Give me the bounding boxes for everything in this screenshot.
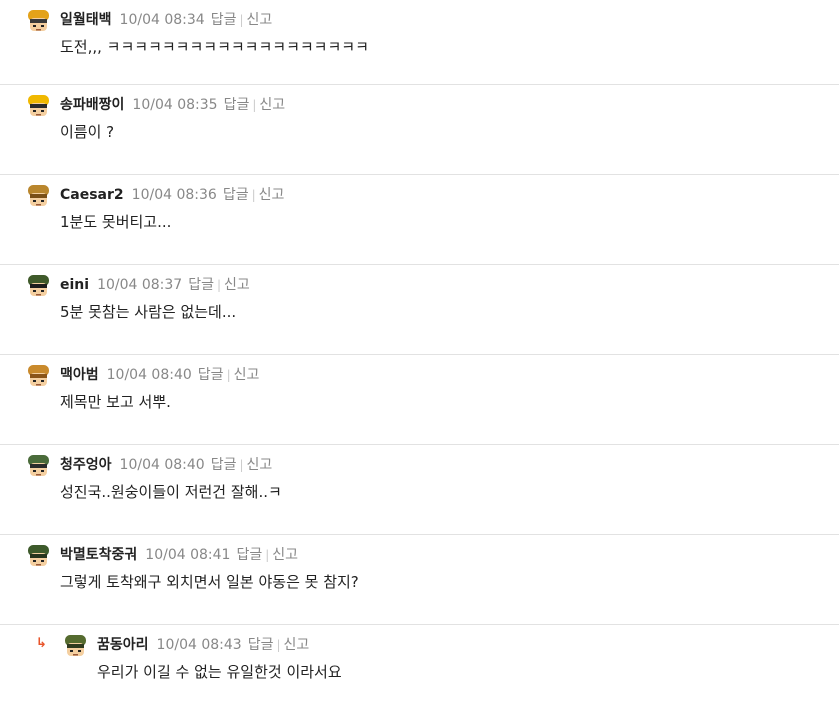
comment-text: 성진국..원숭이들이 저런건 잘해..ㅋ [60, 483, 282, 501]
reply-comment: ↳ 꿈동아리 10/04 08:43 답글 | 신고우리가 이길 수 없는 유일한것 이라… [0, 625, 839, 705]
report-button[interactable]: 신고 [247, 457, 273, 473]
report-button[interactable]: 신고 [259, 97, 285, 113]
reply-button[interactable]: 답글 [188, 277, 214, 293]
timestamp: 10/04 08:37 [97, 277, 183, 293]
divider: | [252, 98, 257, 112]
nickname[interactable]: 청주엉아 [60, 457, 112, 473]
divider: | [216, 278, 222, 292]
timestamp: 10/04 08:35 [132, 97, 218, 113]
divider: | [276, 638, 281, 652]
divider: | [239, 458, 244, 472]
report-button[interactable]: 신고 [259, 187, 285, 203]
avatar[interactable] [25, 8, 52, 35]
comment-meta: 꿈동아리 10/04 08:43 답글 | 신고 [97, 635, 309, 655]
avatar[interactable] [25, 453, 52, 480]
timestamp: 10/04 08:36 [131, 187, 217, 203]
reply-button[interactable]: 답글 [211, 457, 237, 473]
report-button[interactable]: 신고 [247, 12, 273, 28]
comment-meta: eini 10/04 08:37 답글 | 신고 [60, 275, 250, 295]
comment-item: Caesar2 10/04 08:36 답글 | 신고 1분도 못버티고... [0, 175, 839, 265]
nickname[interactable]: Caesar2 [60, 187, 124, 203]
reply-button[interactable]: 답글 [236, 547, 262, 563]
comment-meta: 청주엉아 10/04 08:40 답글 | 신고 [60, 455, 272, 475]
comment-item: 일월태백 10/04 08:34 답글 | 신고도전,,, ㅋㅋㅋㅋㅋㅋㅋㅋㅋㅋㅋㅋㅋㅋ… [0, 0, 839, 85]
comment-meta: 송파배짱이 10/04 08:35 답글 | 신고 [60, 95, 285, 115]
timestamp: 10/04 08:40 [119, 457, 205, 473]
nickname[interactable]: eini [60, 277, 89, 293]
comment-item: 맥아범 10/04 08:40 답글 | 신고제목만 보고 서뿌. [0, 355, 839, 445]
timestamp: 10/04 08:41 [145, 547, 231, 563]
avatar[interactable] [62, 633, 89, 660]
reply-arrow-icon: ↳ [36, 636, 47, 651]
comment-text: 우리가 이길 수 없는 유일한것 이라서요 [97, 663, 342, 681]
timestamp: 10/04 08:40 [106, 367, 192, 383]
reply-button[interactable]: 답글 [223, 187, 249, 203]
nickname[interactable]: 꿈동아리 [97, 637, 149, 653]
comment-text: 도전,,, ㅋㅋㅋㅋㅋㅋㅋㅋㅋㅋㅋㅋㅋㅋㅋㅋㅋㅋㅋ [60, 38, 369, 56]
comment-meta: 박멸토착중궈 10/04 08:41 답글 | 신고 [60, 545, 298, 565]
comment-text: 그렇게 토착왜구 외치면서 일본 야동은 못 참지? [60, 573, 359, 591]
report-button[interactable]: 신고 [272, 547, 298, 563]
divider: | [226, 368, 231, 382]
nickname[interactable]: 일월태백 [60, 12, 112, 28]
report-button[interactable]: 신고 [234, 367, 260, 383]
comment-item: 송파배짱이 10/04 08:35 답글 | 신고이름이 ? [0, 85, 839, 175]
comment-meta: 맥아범 10/04 08:40 답글 | 신고 [60, 365, 259, 385]
reply-button[interactable]: 답글 [224, 97, 250, 113]
reply-button[interactable]: 답글 [248, 637, 274, 653]
comment-item: 청주엉아 10/04 08:40 답글 | 신고성진국..원숭이들이 저런건 잘해..ㅋ [0, 445, 839, 535]
comment-text: 1분도 못버티고... [60, 213, 172, 231]
comment-text: 5분 못참는 사람은 없는데... [60, 303, 237, 321]
timestamp: 10/04 08:43 [156, 637, 242, 653]
divider: | [265, 548, 270, 562]
divider: | [251, 188, 256, 202]
nickname[interactable]: 박멸토착중궈 [60, 547, 137, 563]
avatar[interactable] [25, 93, 52, 120]
report-button[interactable]: 신고 [284, 637, 310, 653]
comment-item: eini 10/04 08:37 답글 | 신고 5분 못참는 사람은 없는데... [0, 265, 839, 355]
comment-text: 제목만 보고 서뿌. [60, 393, 171, 411]
comment-meta: 일월태백 10/04 08:34 답글 | 신고 [60, 10, 272, 30]
comment-item: 박멸토착중궈 10/04 08:41 답글 | 신고그렇게 토착왜구 외치면서 일본 야… [0, 535, 839, 625]
comment-meta: Caesar2 10/04 08:36 답글 | 신고 [60, 185, 284, 205]
reply-button[interactable]: 답글 [211, 12, 237, 28]
comment-text: 이름이 ? [60, 123, 115, 141]
avatar[interactable] [25, 543, 52, 570]
avatar[interactable] [25, 273, 52, 300]
reply-button[interactable]: 답글 [198, 367, 224, 383]
comment-list: 일월태백 10/04 08:34 답글 | 신고 도전,,, ㅋㅋㅋㅋㅋㅋㅋㅋㅋㅋㅋㅋㅋㅋ… [0, 0, 839, 705]
divider: | [239, 13, 244, 27]
timestamp: 10/04 08:34 [119, 12, 205, 28]
nickname[interactable]: 송파배짱이 [60, 97, 124, 113]
avatar[interactable] [25, 183, 52, 210]
report-button[interactable]: 신고 [224, 277, 250, 293]
nickname[interactable]: 맥아범 [60, 367, 99, 383]
avatar[interactable] [25, 363, 52, 390]
